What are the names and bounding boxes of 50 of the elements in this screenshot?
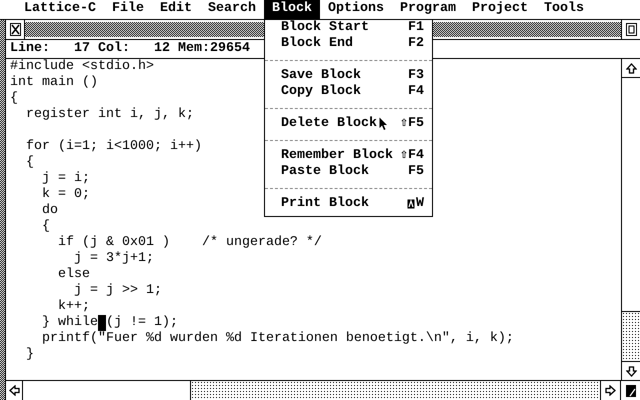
code-line: printf("Fuer %d wurden %d Iterationen benoetigt.\n", i, k); [40, 331, 514, 347]
menu-item[interactable]: Delete Block ⇧F5 [265, 116, 432, 132]
code-line: register int i, j, k; [24, 107, 194, 123]
shortcut-label: W [416, 196, 424, 212]
scroll-track[interactable] [191, 381, 600, 400]
scroll-up-icon[interactable] [626, 62, 637, 74]
code-line: } while [40, 315, 98, 330]
shortcut-label: F1 [408, 20, 424, 36]
menu-item-label: Remember Block [281, 148, 393, 164]
scroll-left-icon[interactable] [8, 385, 20, 396]
menu-item[interactable]: Print Block W [265, 196, 432, 212]
code-line: k++; [56, 299, 90, 315]
menu-item[interactable]: Copy Block F4 [265, 84, 432, 100]
code-line: } [24, 347, 34, 363]
scroll-thumb[interactable] [622, 311, 640, 361]
code-line: else [56, 267, 90, 283]
shortcut-label: F5 [408, 164, 424, 180]
shortcut-label: ⇧F4 [400, 148, 424, 164]
menu-item-label: Print Block [281, 196, 369, 212]
code-line: { [10, 91, 18, 107]
code-line: j = 3*j+1; [72, 251, 154, 267]
menu-item-label: Block Start [281, 20, 369, 36]
menu-item-label: Delete Block [281, 116, 377, 132]
menu-title[interactable]: Block [264, 0, 320, 19]
code-line: for (i=1; i<1000; i++) [24, 139, 202, 155]
code-line: { [40, 219, 50, 235]
code-line: j = i; [40, 171, 90, 187]
scroll-right-icon[interactable] [605, 385, 616, 396]
shortcut-label: ⇧F5 [400, 116, 424, 132]
menu-item-label: Copy Block [281, 84, 361, 100]
menu-item[interactable]: Paste Block F5 [265, 164, 432, 180]
code-line: j = j >> 1; [72, 283, 162, 299]
code-line: do [40, 203, 58, 219]
code-line: k = 0; [40, 187, 90, 203]
code-line: int main () [10, 75, 98, 91]
menu-item-label: Paste Block [281, 164, 369, 180]
menu-item-label: Save Block [281, 68, 361, 84]
scroll-down-icon[interactable] [626, 366, 637, 376]
code-line: (j != 1); [106, 315, 178, 330]
code-line: if (j & 0x01 ) /* ungerade? */ [56, 235, 322, 251]
full-box-icon[interactable] [626, 23, 636, 36]
size-box-icon[interactable] [626, 384, 636, 396]
code-line: #include <stdio.h> [10, 59, 154, 75]
menu-item[interactable]: Save Block F3 [265, 68, 432, 84]
menu-item[interactable]: Remember Block ⇧F4 [265, 148, 432, 164]
code-line: { [24, 155, 34, 171]
menu-item[interactable]: Block Start F1 [265, 20, 432, 36]
shortcut-label: F3 [408, 68, 424, 84]
shortcut-label: F4 [408, 84, 424, 100]
close-box-icon[interactable] [10, 23, 20, 36]
